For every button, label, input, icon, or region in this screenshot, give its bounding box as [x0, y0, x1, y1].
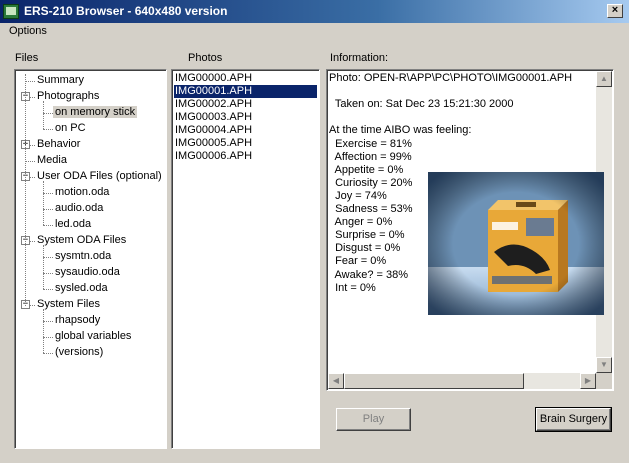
tree-connector — [43, 225, 53, 226]
tree-item-label: global variables — [55, 330, 132, 342]
tree-connector — [43, 273, 53, 274]
scroll-corner — [596, 373, 612, 389]
tree-branch-line — [43, 309, 44, 353]
tree-item-label: sysaudio.oda — [55, 266, 120, 278]
aibo-app-icon[interactable] — [3, 4, 19, 19]
photo-list-item[interactable]: IMG00000.APH — [174, 72, 253, 85]
tree-connector — [25, 161, 35, 162]
tree-connector — [43, 353, 53, 354]
photo-list-item[interactable]: IMG00002.APH — [174, 98, 253, 111]
tree-item-label: rhapsody — [55, 314, 101, 326]
tree-item[interactable]: on PC — [15, 121, 165, 137]
tree-item[interactable]: Summary — [15, 73, 165, 89]
tree-item-label: led.oda — [55, 218, 92, 230]
tree-item-label: (versions) — [55, 346, 104, 358]
window-title: ERS-210 Browser - 640x480 version — [24, 4, 228, 18]
tree-item[interactable]: global variables — [15, 329, 165, 345]
info-line: At the time AIBO was feeling: — [329, 124, 472, 137]
tree-item[interactable]: sysmtn.oda — [15, 249, 165, 265]
photos-list[interactable]: IMG00000.APH IMG00001.APH IMG00002.APH IMG0… — [171, 69, 320, 449]
photo-list-item[interactable]: IMG00006.APH — [174, 150, 253, 163]
menu-bar: Options — [0, 23, 629, 41]
photo-list-item[interactable]: IMG00003.APH — [174, 111, 253, 124]
tree-branch-line — [43, 181, 44, 225]
scroll-thumb[interactable] — [344, 373, 524, 389]
tree-item-label: motion.oda — [55, 186, 110, 198]
info-line: Curiosity = 20% — [329, 176, 413, 189]
title-bar: ERS-210 Browser - 640x480 version × — [0, 0, 629, 23]
information-heading: Information: — [330, 52, 389, 64]
info-line: Photo: OPEN-R\APP\PC\PHOTO\IMG00001.APH — [329, 72, 573, 84]
tree-item[interactable]: audio.oda — [15, 201, 165, 217]
tree-connector — [43, 193, 53, 194]
info-line: Fear = 0% — [329, 255, 387, 268]
tree-item-label: Behavior — [37, 138, 81, 150]
tree-item-label: audio.oda — [55, 202, 104, 214]
tree-connector — [43, 209, 53, 210]
tree-item-label: on PC — [55, 122, 86, 134]
tree-branch-line — [43, 101, 44, 129]
tree-item-label: on memory stick — [53, 106, 138, 118]
tree-item-label: System ODA Files — [37, 234, 127, 246]
play-button[interactable]: Play — [336, 408, 411, 431]
photo-list-item[interactable]: IMG00001.APH — [174, 85, 317, 98]
tree-item[interactable]: sysled.oda — [15, 281, 165, 297]
files-heading: Files — [15, 52, 39, 64]
tree-connector — [25, 81, 35, 82]
tree-connector — [43, 289, 53, 290]
tree-connector — [43, 257, 53, 258]
tree-item-label: sysled.oda — [55, 282, 108, 294]
scroll-right-icon[interactable]: ▶ — [580, 373, 596, 389]
info-line: Taken on: Sat Dec 23 15:21:30 2000 — [329, 98, 514, 111]
tree-item[interactable]: Behavior + — [15, 137, 165, 153]
info-line: Sadness = 53% — [329, 203, 413, 215]
tree-connector — [43, 113, 53, 114]
tree-item-label: System Files — [37, 298, 100, 310]
tree-item-label: User ODA Files (optional) — [37, 170, 162, 182]
close-icon: × — [611, 4, 619, 16]
info-line: Anger = 0% — [329, 216, 393, 229]
photo-list-item[interactable]: IMG00005.APH — [174, 137, 253, 150]
tree-item-label: Summary — [37, 74, 85, 86]
tree-item[interactable]: Media — [15, 153, 165, 169]
tree-item[interactable]: System ODA Files − — [15, 233, 165, 249]
tree-branch-line — [43, 245, 44, 289]
tree-connector — [43, 129, 53, 130]
tree-item[interactable]: User ODA Files (optional) − — [15, 169, 165, 185]
horizontal-scrollbar[interactable]: ◀ ▶ — [328, 373, 596, 389]
tree-item-label: Media — [37, 154, 67, 166]
info-line: Joy = 74% — [329, 189, 387, 202]
tree-item[interactable]: System Files − — [15, 297, 165, 313]
info-line: Affection = 99% — [329, 150, 412, 163]
scroll-up-icon[interactable]: ▲ — [596, 71, 612, 87]
tree-item[interactable]: rhapsody — [15, 313, 165, 329]
tree-item-label: Photographs — [37, 90, 100, 102]
tree-item[interactable]: sysaudio.oda — [15, 265, 165, 281]
brain-surgery-button[interactable]: Brain Surgery — [535, 407, 612, 432]
tree-trunk-line — [25, 74, 26, 306]
tree-item[interactable]: (versions) — [15, 345, 165, 361]
files-tree[interactable]: Summary Photographs − on memory stick on PC B… — [14, 69, 167, 449]
close-button[interactable]: × — [607, 4, 623, 18]
info-line: Exercise = 81% — [329, 137, 412, 150]
info-line: Surprise = 0% — [329, 229, 405, 242]
photo-list-item[interactable]: IMG00004.APH — [174, 124, 253, 137]
tree-connector — [43, 337, 53, 338]
scroll-left-icon[interactable]: ◀ — [328, 373, 344, 389]
tree-item[interactable]: led.oda — [15, 217, 165, 233]
tree-item[interactable]: on memory stick — [15, 105, 165, 121]
info-line: Int = 0% — [329, 281, 376, 294]
tree-item-label: sysmtn.oda — [55, 250, 112, 262]
tree-item[interactable]: motion.oda — [15, 185, 165, 201]
info-line: Disgust = 0% — [329, 242, 401, 255]
scroll-down-icon[interactable]: ▼ — [596, 357, 612, 373]
photos-heading: Photos — [188, 52, 223, 64]
tree-connector — [43, 321, 53, 322]
aibo-photo-image — [428, 172, 604, 315]
menu-options[interactable]: Options — [9, 25, 47, 37]
photo-drawing — [428, 172, 604, 315]
info-line: Awake? = 38% — [329, 268, 409, 281]
info-line: Appetite = 0% — [329, 163, 404, 176]
tree-item[interactable]: Photographs − — [15, 89, 165, 105]
